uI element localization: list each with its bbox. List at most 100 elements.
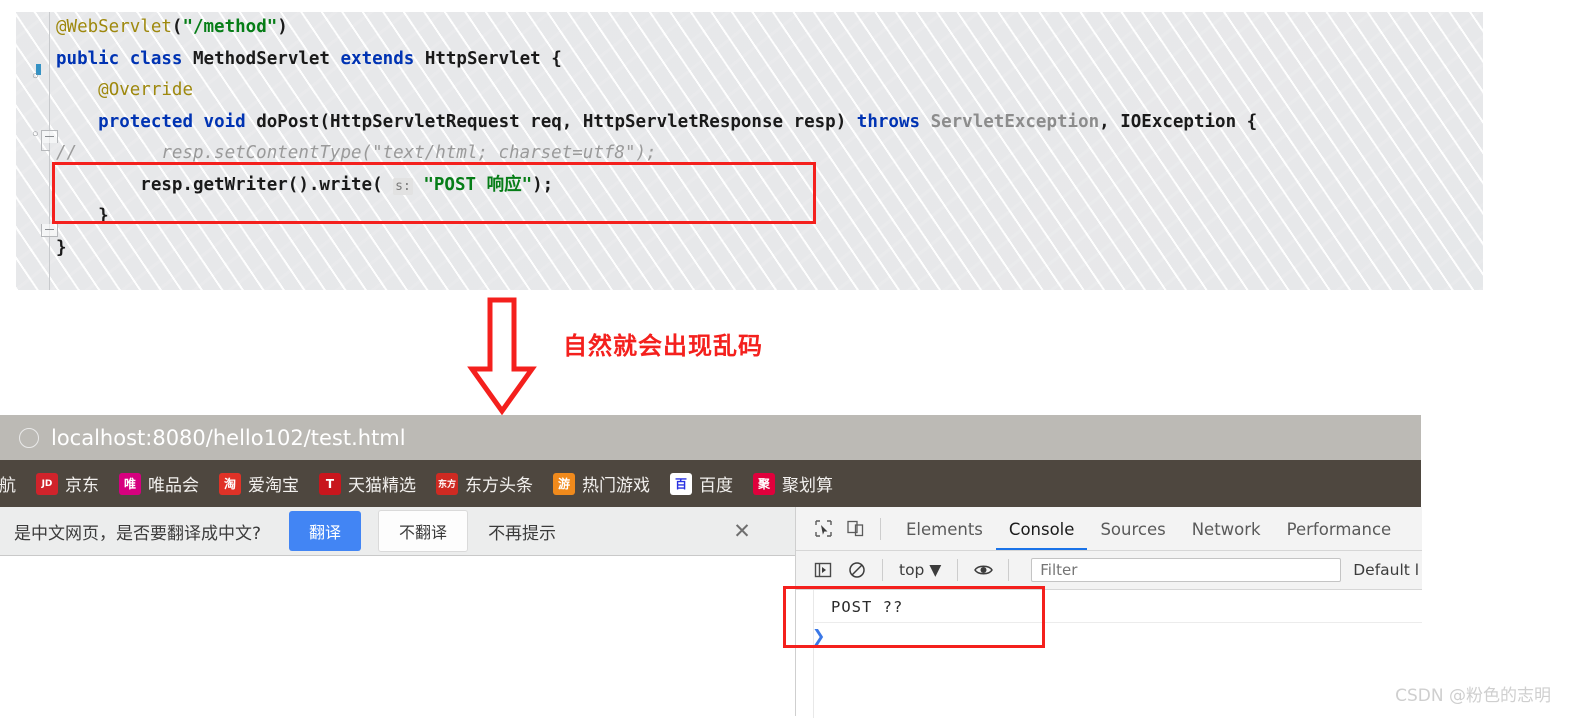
gutter-divider-line: [49, 12, 50, 290]
code-line: protected void doPost(HttpServletRequest…: [56, 107, 1257, 139]
vip-favicon: 唯: [119, 472, 141, 495]
code-token: IOException: [1120, 111, 1237, 132]
code-line: @WebServlet("/method"): [56, 12, 1257, 44]
watermark: CSDN @粉色的志明: [1395, 686, 1551, 706]
tab-elements[interactable]: Elements: [893, 507, 996, 550]
code-line: public class MethodServlet extends HttpS…: [56, 44, 1257, 76]
console-output-area[interactable]: POST ?? ❯: [783, 586, 1422, 718]
code-token: HttpServlet: [424, 48, 541, 69]
code-highlight-box: [52, 162, 816, 224]
code-token: (HttpServletRequest req, HttpServletResp…: [319, 111, 857, 132]
code-token: (: [171, 17, 183, 37]
filter-input[interactable]: [1031, 558, 1342, 582]
code-token: @Override: [98, 80, 193, 100]
bookmark-item[interactable]: 百百度: [670, 471, 733, 496]
clear-console-icon[interactable]: [844, 557, 870, 583]
bookmark-item[interactable]: JD 京东: [36, 471, 99, 496]
bookmark-item[interactable]: 东方 东方头条: [436, 471, 533, 496]
code-token: extends: [340, 48, 415, 69]
toolbar-divider-3: [957, 559, 959, 581]
code-token: // resp.setContentType("text/html; chars…: [56, 143, 657, 163]
bookmark-item[interactable]: 聚聚划算: [753, 471, 833, 496]
code-token: class: [129, 48, 183, 69]
code-token: protected: [98, 111, 193, 132]
code-line: }: [56, 233, 1257, 265]
bookmark-item[interactable]: T 天猫精选: [319, 471, 416, 496]
code-editor[interactable]: ○ ○ @WebServlet("/method") public class M…: [16, 12, 1483, 290]
bookmark-item[interactable]: 导航: [0, 471, 16, 496]
method-gutter-icon[interactable]: ○: [32, 128, 39, 140]
browser-window: localhost:8080/hello102/test.html 导航 JD 京东…: [0, 415, 1422, 718]
taobao-favicon: 淘: [219, 472, 241, 495]
code-token: ServletException: [930, 111, 1100, 132]
page-info-icon[interactable]: [19, 427, 39, 448]
sidebar-toggle-icon[interactable]: [810, 557, 836, 583]
console-toolbar: top ▼ Default l: [796, 551, 1422, 590]
never-translate-link[interactable]: 不再提示: [488, 519, 556, 544]
bookmark-label: 唯品会: [148, 476, 199, 496]
device-toolbar-icon[interactable]: [842, 516, 868, 542]
execution-context-select[interactable]: top ▼: [899, 561, 941, 579]
translate-button[interactable]: 翻译: [289, 511, 362, 551]
bookmark-label: 天猫精选: [348, 476, 416, 496]
code-token: }: [56, 237, 67, 258]
code-token: ,: [1099, 111, 1121, 132]
console-highlight-box: [783, 586, 1045, 648]
code-token: MethodServlet: [193, 48, 330, 69]
dongfang-favicon: 东方: [436, 472, 458, 495]
translate-message: 是中文网页，是否要翻译成中文?: [14, 523, 262, 544]
code-token: ): [277, 17, 288, 37]
bookmark-label: 百度: [699, 476, 733, 496]
annotation-label: 自然就会出现乱码: [563, 332, 763, 360]
log-levels-select[interactable]: Default l: [1353, 561, 1419, 579]
class-gutter-icon[interactable]: ○: [32, 70, 39, 82]
games-favicon: 游: [553, 472, 575, 495]
translate-bar: 是中文网页，是否要翻译成中文? 翻译 不翻译 不再提示 ✕: [0, 507, 795, 556]
code-token: @WebServlet: [56, 17, 172, 37]
url-text[interactable]: localhost:8080/hello102/test.html: [51, 426, 406, 450]
jd-favicon: JD: [36, 472, 58, 495]
dont-translate-button[interactable]: 不翻译: [378, 510, 469, 552]
tab-console[interactable]: Console: [995, 507, 1088, 550]
code-text[interactable]: @WebServlet("/method") public class Metho…: [56, 12, 1257, 264]
code-line: @Override: [56, 75, 1257, 107]
code-token: public: [56, 48, 120, 69]
baidu-favicon: 百: [670, 472, 692, 495]
bookmark-label: 导航: [0, 476, 16, 496]
tmall-favicon: T: [319, 472, 341, 495]
code-token: throws: [856, 111, 921, 132]
devtools-tabbar: Elements Console Sources Network Perform…: [796, 507, 1422, 551]
code-token: {: [540, 48, 562, 69]
bookmark-item[interactable]: 唯唯品会: [119, 471, 199, 496]
page-content-area: [0, 556, 795, 716]
juhuasuan-favicon: 聚: [753, 472, 775, 495]
bookmark-item[interactable]: 淘爱淘宝: [219, 471, 299, 496]
close-icon[interactable]: ✕: [731, 520, 753, 542]
browser-url-bar[interactable]: localhost:8080/hello102/test.html: [0, 415, 1421, 460]
cursor-select-icon[interactable]: [810, 516, 836, 542]
code-token: "/method": [182, 17, 278, 37]
bookmark-label: 爱淘宝: [248, 476, 299, 496]
annotation-arrow: [466, 297, 538, 416]
tab-network[interactable]: Network: [1179, 507, 1274, 550]
bookmark-label: 京东: [65, 476, 99, 496]
tab-sources[interactable]: Sources: [1087, 507, 1178, 550]
toolbar-divider: [880, 517, 881, 540]
toolbar-divider-4: [1008, 559, 1010, 581]
code-token: {: [1236, 111, 1258, 132]
bookmark-label: 东方头条: [465, 476, 533, 496]
devtools-panel: Elements Console Sources Network Perform…: [783, 507, 1422, 718]
tab-performance[interactable]: Performance: [1274, 507, 1405, 550]
bookmarks-bar[interactable]: 导航 JD 京东唯唯品会淘爱淘宝 T 天猫精选东方东方头条游热门游戏百百度聚聚划算: [0, 460, 1421, 507]
code-token: doPost: [256, 111, 320, 132]
bookmark-item[interactable]: 游热门游戏: [553, 471, 650, 496]
live-expression-icon[interactable]: [970, 557, 996, 583]
